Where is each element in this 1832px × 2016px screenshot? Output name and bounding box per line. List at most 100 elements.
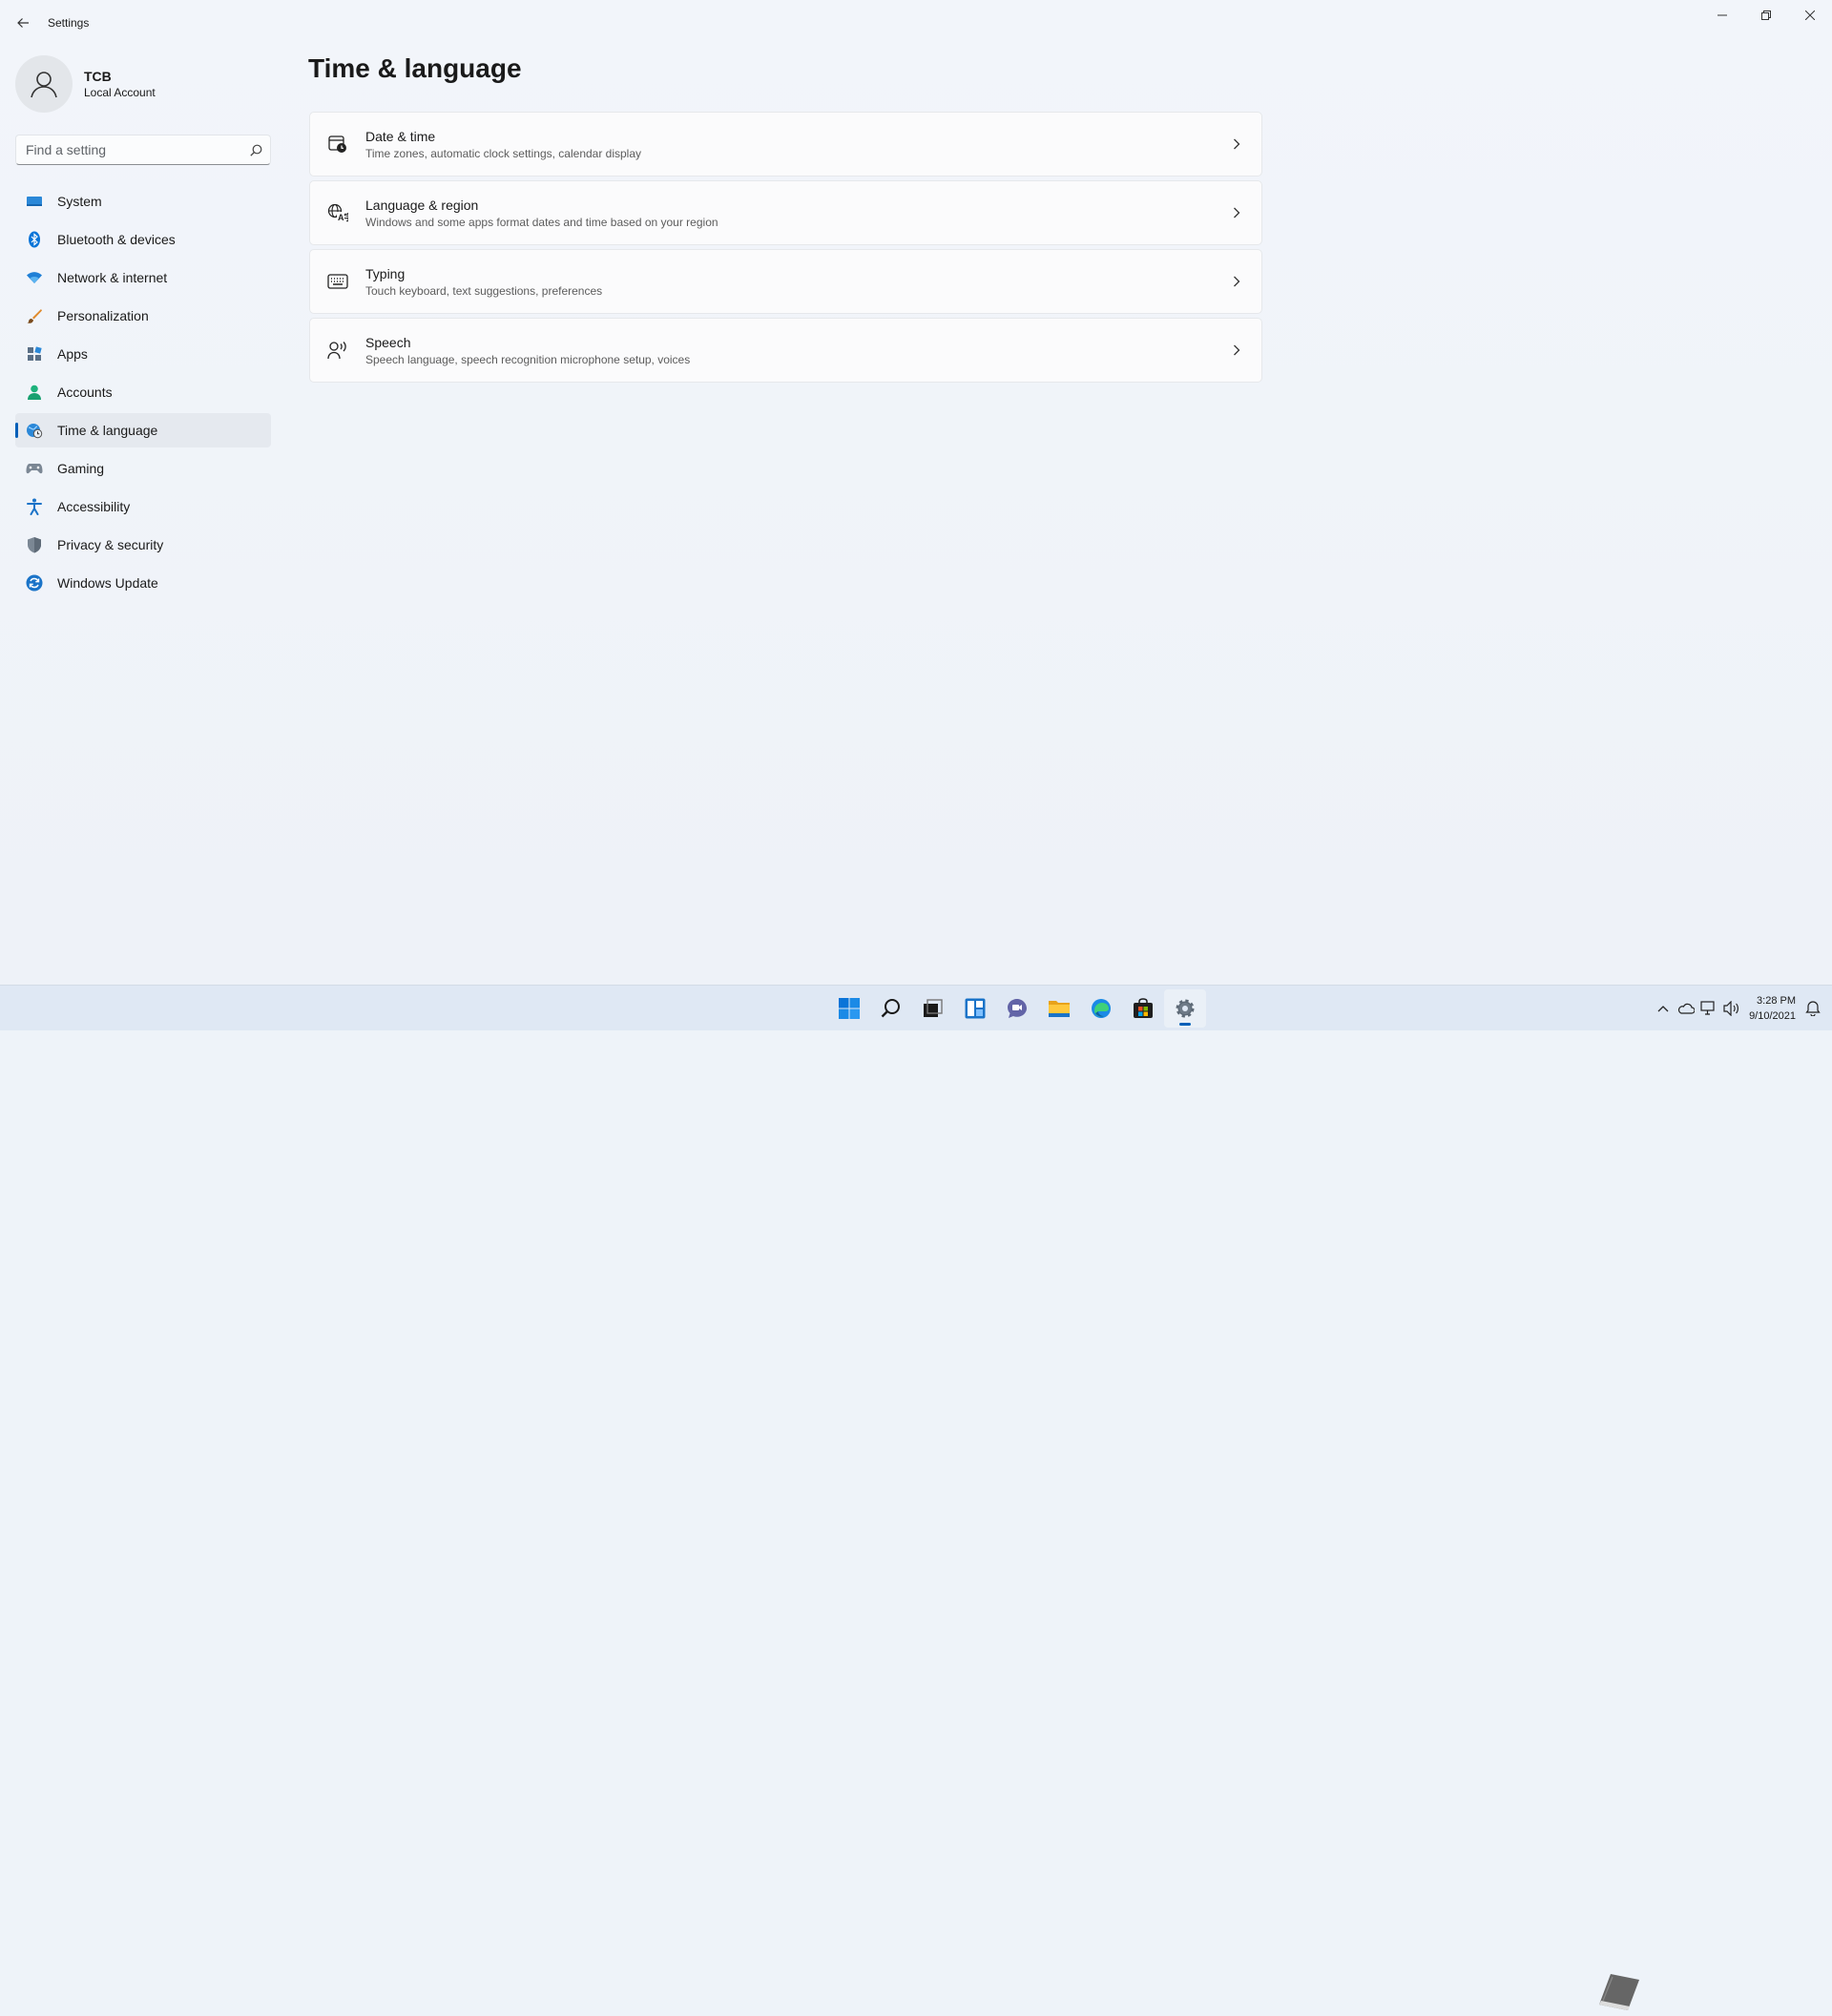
settings-cards: Date & time Time zones, automatic clock …	[309, 112, 1262, 386]
widgets-icon	[965, 998, 986, 1019]
search-icon	[881, 999, 900, 1018]
card-text: Language & region Windows and some apps …	[365, 197, 1227, 229]
sidebar-item-windows-update[interactable]: Windows Update	[15, 566, 271, 600]
taskbar-search-button[interactable]	[870, 989, 912, 1028]
start-icon	[839, 998, 860, 1019]
language-icon: A字	[326, 201, 349, 224]
user-profile[interactable]: TCB Local Account	[15, 55, 156, 113]
chevron-right-icon	[1227, 203, 1246, 222]
sidebar-item-accessibility[interactable]: Accessibility	[15, 489, 271, 524]
window-controls	[1700, 0, 1832, 31]
sidebar-item-network[interactable]: Network & internet	[15, 260, 271, 295]
keyboard-icon	[326, 270, 349, 293]
chevron-up-icon	[1657, 1006, 1669, 1012]
volume-button[interactable]	[1720, 997, 1743, 1020]
settings-icon	[1176, 999, 1195, 1018]
sidebar-item-label: Time & language	[57, 423, 158, 438]
speech-icon	[326, 339, 349, 362]
search-box	[15, 135, 271, 165]
back-button[interactable]	[10, 11, 36, 34]
settings-app-button[interactable]	[1164, 989, 1206, 1028]
widgets-button[interactable]	[954, 989, 996, 1028]
sidebar-item-bluetooth[interactable]: Bluetooth & devices	[15, 222, 271, 257]
sidebar-item-label: Accounts	[57, 384, 113, 400]
start-button[interactable]	[828, 989, 870, 1028]
title-bar: Settings	[0, 0, 1832, 46]
file-explorer-icon	[1049, 1001, 1070, 1017]
bluetooth-icon	[25, 230, 44, 249]
svg-text:A字: A字	[338, 212, 348, 222]
restore-button[interactable]	[1744, 0, 1788, 31]
calendar-clock-icon	[326, 133, 349, 156]
card-title: Date & time	[365, 128, 436, 144]
sidebar-item-label: Bluetooth & devices	[57, 232, 176, 247]
monitor-icon	[25, 192, 44, 211]
sidebar-item-privacy[interactable]: Privacy & security	[15, 528, 271, 562]
sidebar-item-accounts[interactable]: Accounts	[15, 375, 271, 409]
update-icon	[25, 573, 44, 592]
onedrive-button[interactable]	[1675, 997, 1697, 1020]
profile-text: TCB Local Account	[84, 69, 156, 99]
card-description: Windows and some apps format dates and t…	[365, 215, 718, 229]
notification-icon	[1805, 1001, 1821, 1016]
sidebar-item-personalization[interactable]: Personalization	[15, 299, 271, 333]
store-button[interactable]	[1122, 989, 1164, 1028]
wifi-icon	[25, 268, 44, 287]
card-language-region[interactable]: A字 Language & region Windows and some ap…	[309, 180, 1262, 245]
card-typing[interactable]: Typing Touch keyboard, text suggestions,…	[309, 249, 1262, 314]
card-text: Speech Speech language, speech recogniti…	[365, 335, 1227, 366]
profile-account-type: Local Account	[84, 86, 156, 99]
sidebar-nav: System Bluetooth & devices Network & int…	[15, 184, 271, 604]
edge-button[interactable]	[1080, 989, 1122, 1028]
book-icon	[1599, 1974, 1639, 2010]
chat-button[interactable]	[996, 989, 1038, 1028]
close-button[interactable]	[1788, 0, 1832, 31]
card-speech[interactable]: Speech Speech language, speech recogniti…	[309, 318, 1262, 383]
taskbar-clock[interactable]: 3:28 PM 9/10/2021	[1749, 993, 1796, 1024]
network-button[interactable]	[1697, 997, 1720, 1020]
notifications-button[interactable]	[1801, 997, 1824, 1020]
book-logo	[1592, 1966, 1668, 2016]
system-tray: 3:28 PM 9/10/2021	[1652, 986, 1824, 1031]
clock-time: 3:28 PM	[1757, 995, 1796, 1007]
network-icon	[1700, 1001, 1715, 1015]
show-hidden-icons-button[interactable]	[1652, 997, 1675, 1020]
taskbar-apps	[828, 989, 1206, 1028]
sidebar-item-time-language[interactable]: Time & language	[15, 413, 271, 447]
minimize-icon	[1718, 14, 1727, 16]
sidebar-item-label: Gaming	[57, 461, 105, 476]
sidebar-item-system[interactable]: System	[15, 184, 271, 218]
search-input[interactable]	[16, 135, 241, 164]
shield-icon	[25, 535, 44, 554]
globe-clock-icon	[25, 421, 44, 440]
chevron-right-icon	[1227, 135, 1246, 154]
sidebar-item-label: Privacy & security	[57, 537, 164, 552]
avatar	[15, 55, 73, 113]
chat-icon	[1008, 999, 1027, 1018]
sidebar-item-label: Apps	[57, 346, 88, 362]
card-title: Typing	[365, 265, 406, 281]
close-icon	[1805, 10, 1815, 20]
card-description: Time zones, automatic clock settings, ca…	[365, 146, 642, 160]
brush-icon	[25, 306, 44, 325]
file-explorer-button[interactable]	[1038, 989, 1080, 1028]
apps-icon	[25, 344, 44, 364]
chevron-right-icon	[1227, 341, 1246, 360]
sidebar-item-label: Windows Update	[57, 575, 158, 591]
task-view-icon	[924, 999, 943, 1017]
search-icon[interactable]	[241, 135, 270, 164]
person-avatar-icon	[31, 72, 57, 98]
card-date-time[interactable]: Date & time Time zones, automatic clock …	[309, 112, 1262, 177]
sidebar-item-gaming[interactable]: Gaming	[15, 451, 271, 486]
volume-icon	[1723, 1001, 1739, 1016]
minimize-button[interactable]	[1700, 0, 1744, 31]
clock-date: 9/10/2021	[1749, 1010, 1796, 1022]
chevron-right-icon	[1227, 272, 1246, 291]
restore-icon	[1761, 10, 1771, 20]
card-title: Language & region	[365, 197, 479, 213]
card-title: Speech	[365, 334, 411, 350]
task-view-button[interactable]	[912, 989, 954, 1028]
profile-name: TCB	[84, 69, 112, 84]
sidebar-item-apps[interactable]: Apps	[15, 337, 271, 371]
card-text: Typing Touch keyboard, text suggestions,…	[365, 266, 1227, 298]
